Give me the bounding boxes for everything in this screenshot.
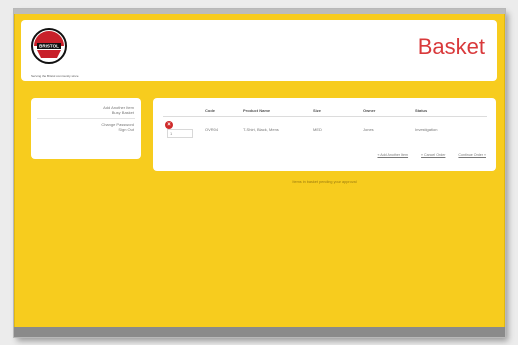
col-header-size: Size — [311, 106, 361, 117]
window-top-bar — [14, 9, 505, 14]
sidebar-divider — [37, 118, 135, 119]
add-another-item-link[interactable]: « Add Another Item — [377, 153, 408, 157]
cell-code: OVR04 — [205, 127, 219, 132]
logo-text: BRISTOL — [39, 44, 59, 49]
sidebar-link-busy-basket[interactable]: Busy Basket — [31, 110, 141, 115]
col-header-action — [163, 106, 203, 117]
basket-panel: Code Product Name Size Owner Status × 1 … — [153, 98, 496, 171]
page-title: Basket — [417, 34, 485, 59]
status-message: Items in basket pending your approval — [292, 180, 357, 184]
row-controls: × 1 — [163, 117, 203, 143]
col-header-product: Product Name — [241, 106, 311, 117]
header-panel: BRISTOL Serving the Bristol community si… — [21, 20, 497, 81]
window-bottom-bar — [14, 327, 505, 337]
sidebar: Add Another Item Busy Basket Change Pass… — [31, 98, 141, 159]
basket-actions: « Add Another Item « Cancel Order Contin… — [365, 153, 486, 157]
remove-item-icon[interactable]: × — [165, 121, 173, 129]
cell-product-name: T-Shirt, Black, Mens — [243, 127, 279, 132]
cancel-order-link[interactable]: « Cancel Order — [421, 153, 445, 157]
continue-order-link[interactable]: Continue Order » — [458, 153, 486, 157]
col-header-code: Code — [203, 106, 241, 117]
basket-table: Code Product Name Size Owner Status × 1 … — [163, 106, 487, 142]
col-header-owner: Owner — [361, 106, 413, 117]
sidebar-link-sign-out[interactable]: Sign Out — [31, 127, 141, 132]
logo-tagline: Serving the Bristol community since — [31, 74, 79, 78]
table-row: × 1 OVR04 T-Shirt, Black, Mens MED Jones… — [163, 117, 487, 143]
quantity-field[interactable]: 1 — [167, 129, 193, 138]
cell-status: Investigation — [415, 127, 438, 132]
cell-size: MED — [313, 127, 322, 132]
cell-owner: Jones — [363, 127, 374, 132]
col-header-status: Status — [413, 106, 487, 117]
logo-emblem-icon: BRISTOL — [31, 28, 67, 64]
brand-logo: BRISTOL Serving the Bristol community si… — [29, 26, 109, 78]
